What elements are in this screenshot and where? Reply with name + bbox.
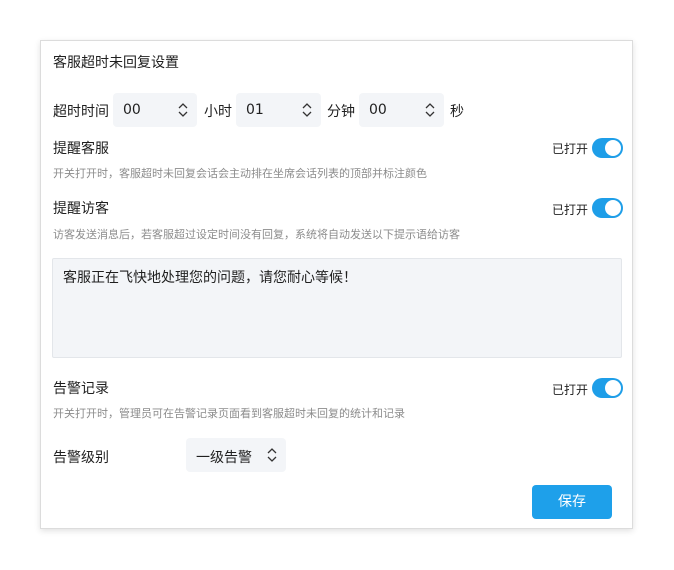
up-down-chevron-icon (302, 103, 312, 117)
minutes-value: 01 (246, 102, 264, 118)
hours-value: 00 (123, 102, 141, 118)
timeout-label: 超时时间 (53, 104, 109, 120)
seconds-value: 00 (369, 102, 387, 118)
seconds-select[interactable]: 00 (359, 93, 444, 127)
toggle-knob (605, 380, 621, 396)
save-button[interactable]: 保存 (532, 485, 612, 519)
visitor-message-textarea[interactable]: 客服正在飞快地处理您的问题，请您耐心等候！ (52, 258, 622, 358)
timeout-settings-dialog: 客服超时未回复设置 超时时间 00 小时 01 分钟 00 秒 提醒客服 已打开… (40, 40, 633, 529)
remind-visitor-title: 提醒访客 (53, 201, 109, 217)
alarm-level-label: 告警级别 (53, 450, 109, 466)
remind-visitor-description: 访客发送消息后，若客服超过设定时间没有回复，系统将自动发送以下提示语给访客 (53, 228, 460, 241)
alarm-level-value: 一级告警 (196, 450, 252, 466)
remind-agent-description: 开关打开时，客服超时未回复会话会主动排在坐席会话列表的顶部并标注颜色 (53, 167, 427, 180)
minutes-unit: 分钟 (327, 104, 355, 120)
dialog-title: 客服超时未回复设置 (53, 55, 179, 71)
alarm-record-description: 开关打开时，管理员可在告警记录页面看到客服超时未回复的统计和记录 (53, 407, 405, 420)
remind-agent-title: 提醒客服 (53, 141, 109, 157)
seconds-unit: 秒 (450, 104, 464, 120)
up-down-chevron-icon (425, 103, 435, 117)
alarm-record-toggle[interactable] (592, 378, 623, 398)
up-down-chevron-icon (267, 448, 277, 462)
alarm-level-select[interactable]: 一级告警 (186, 438, 286, 472)
toggle-knob (605, 140, 621, 156)
up-down-chevron-icon (178, 103, 188, 117)
remind-visitor-toggle[interactable] (592, 198, 623, 218)
toggle-knob (605, 200, 621, 216)
minutes-select[interactable]: 01 (236, 93, 321, 127)
remind-agent-status: 已打开 (552, 142, 589, 156)
hours-unit: 小时 (204, 104, 232, 120)
remind-agent-toggle[interactable] (592, 138, 623, 158)
hours-select[interactable]: 00 (113, 93, 197, 127)
remind-visitor-status: 已打开 (552, 203, 589, 217)
alarm-record-status: 已打开 (552, 383, 589, 397)
alarm-record-title: 告警记录 (53, 381, 109, 397)
